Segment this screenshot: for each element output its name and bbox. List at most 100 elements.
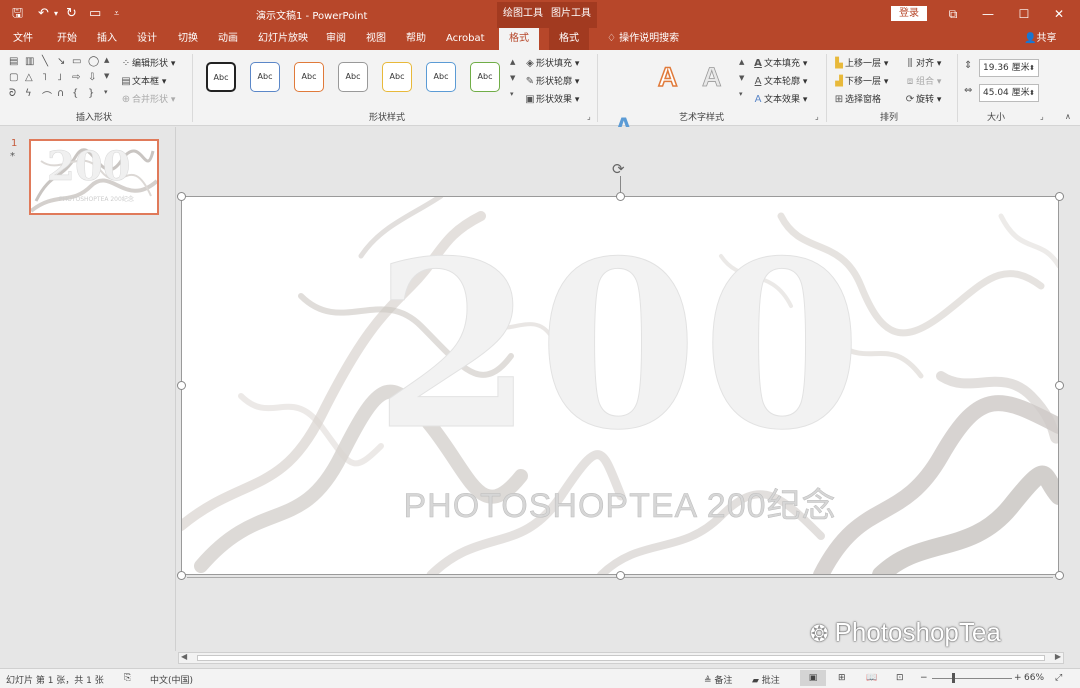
- horizontal-scrollbar[interactable]: ◀ ▶: [178, 652, 1064, 664]
- tab-slideshow[interactable]: 幻灯片放映: [258, 28, 308, 50]
- freeform-shape-icon[interactable]: ᘐ: [9, 88, 16, 99]
- slideshow-view-icon[interactable]: ⊡: [896, 673, 904, 683]
- styles-more-icon[interactable]: ▾: [510, 90, 514, 98]
- merge-shapes-button[interactable]: ⊕ 合并形状 ▾: [120, 92, 176, 105]
- scribble-shape-icon[interactable]: ϟ: [25, 88, 32, 99]
- connector-shape-icon[interactable]: ˥: [42, 72, 47, 83]
- triangle-shape-icon[interactable]: △: [25, 72, 33, 83]
- text-outline-button[interactable]: A 文本轮廓 ▾: [752, 74, 808, 87]
- maximize-icon[interactable]: ☐: [1014, 5, 1034, 23]
- down-arrow-shape-icon[interactable]: ⇩: [88, 72, 96, 83]
- login-button[interactable]: 登录: [891, 6, 927, 21]
- scroll-thumb[interactable]: [197, 655, 1045, 661]
- right-arrow-shape-icon[interactable]: ⇨: [72, 72, 80, 83]
- elbow-shape-icon[interactable]: ˩: [57, 72, 62, 83]
- gallery-more-icon[interactable]: ▾: [104, 88, 108, 96]
- wordart-style-2[interactable]: A: [657, 61, 678, 93]
- zoom-in-icon[interactable]: +: [1014, 673, 1022, 683]
- styles-up-icon[interactable]: ▲: [510, 58, 515, 66]
- wordart-launcher-icon[interactable]: ⌟: [815, 112, 819, 121]
- right-brace-shape-icon[interactable]: }: [88, 88, 94, 99]
- tab-transitions[interactable]: 切换: [178, 28, 198, 50]
- group-button[interactable]: ⧈ 组合 ▾: [904, 74, 942, 87]
- tab-help[interactable]: 帮助: [406, 28, 426, 50]
- edit-shape-button[interactable]: ⁘ 编辑形状 ▾: [120, 56, 176, 69]
- language-status[interactable]: 中文(中国): [150, 673, 193, 686]
- undo-icon[interactable]: ↶: [38, 5, 49, 23]
- text-box-button[interactable]: ▤文本框 ▾: [120, 74, 166, 87]
- rectangle-shape-icon[interactable]: ▭: [72, 56, 81, 67]
- rotate-handle-icon[interactable]: ⟳: [612, 160, 625, 178]
- undo-dropdown-icon[interactable]: ▾: [54, 5, 58, 23]
- tab-acrobat[interactable]: Acrobat: [446, 28, 485, 50]
- text-fill-button[interactable]: A 文本填充 ▾: [752, 56, 807, 69]
- wordart-down-icon[interactable]: ▼: [739, 74, 744, 82]
- vertical-textbox-shape-icon[interactable]: ▥: [25, 56, 34, 67]
- zoom-slider-track[interactable]: [932, 678, 1012, 679]
- tab-format-picture[interactable]: 格式: [549, 28, 589, 50]
- tab-file[interactable]: 文件: [13, 28, 33, 50]
- shape-style-4[interactable]: Abc: [338, 62, 368, 92]
- save-icon[interactable]: 🖫: [12, 5, 23, 23]
- scroll-left-icon[interactable]: ◀: [181, 652, 187, 661]
- gallery-down-icon[interactable]: ▼: [104, 72, 109, 80]
- height-field[interactable]: 19.36 厘米 ⬍: [979, 59, 1039, 77]
- tab-design[interactable]: 设计: [137, 28, 157, 50]
- minimize-icon[interactable]: —: [978, 5, 998, 23]
- redo-icon[interactable]: ↻: [66, 5, 77, 23]
- shape-style-3[interactable]: Abc: [294, 62, 324, 92]
- text-effects-button[interactable]: A 文本效果 ▾: [752, 92, 808, 105]
- line-shape-icon[interactable]: ╲: [42, 56, 48, 67]
- tab-review[interactable]: 审阅: [326, 28, 346, 50]
- gallery-up-icon[interactable]: ▲: [104, 56, 109, 64]
- send-backward-button[interactable]: ▟ 下移一层 ▾: [833, 74, 888, 87]
- resize-handle-top-left[interactable]: [177, 192, 186, 201]
- resize-handle-bottom-right[interactable]: [1055, 571, 1064, 580]
- slide-sorter-icon[interactable]: ⊞: [838, 673, 846, 683]
- notes-button[interactable]: ≜ 备注: [704, 673, 732, 686]
- selection-pane-button[interactable]: ⊞ 选择窗格: [833, 92, 881, 105]
- align-button[interactable]: ⫼ 对齐 ▾: [904, 56, 942, 69]
- resize-handle-bottom[interactable]: [616, 571, 625, 580]
- spell-check-icon[interactable]: ⎘: [124, 673, 131, 683]
- rotate-button[interactable]: ⟳ 旋转 ▾: [904, 92, 942, 105]
- slide-thumbnail[interactable]: 200 PHOTOSHOPTEA 200纪念: [29, 139, 159, 215]
- scroll-right-icon[interactable]: ▶: [1055, 652, 1061, 661]
- textbox-shape-icon[interactable]: ▤: [9, 56, 18, 67]
- fit-to-window-icon[interactable]: ⤢: [1055, 673, 1062, 683]
- shape-style-5[interactable]: Abc: [382, 62, 412, 92]
- zoom-out-icon[interactable]: −: [920, 673, 928, 683]
- wordart-more-icon[interactable]: ▾: [739, 90, 743, 98]
- wordart-up-icon[interactable]: ▲: [739, 58, 744, 66]
- shape-fill-button[interactable]: ◈ 形状填充 ▾: [524, 56, 579, 69]
- close-icon[interactable]: ✕: [1049, 5, 1069, 23]
- ribbon-display-icon[interactable]: ⧉: [943, 5, 963, 23]
- styles-down-icon[interactable]: ▼: [510, 74, 515, 82]
- tab-view[interactable]: 视图: [366, 28, 386, 50]
- left-brace-shape-icon[interactable]: {: [72, 88, 78, 99]
- tab-home[interactable]: 开始: [57, 28, 77, 50]
- size-launcher-icon[interactable]: ⌟: [1040, 112, 1044, 121]
- tab-format-drawing[interactable]: 格式: [499, 28, 539, 50]
- oval-shape-icon[interactable]: ◯: [88, 56, 99, 67]
- shape-style-1[interactable]: Abc: [206, 62, 236, 92]
- tab-insert[interactable]: 插入: [97, 28, 117, 50]
- shape-effects-button[interactable]: ▣形状效果 ▾: [524, 92, 579, 105]
- resize-handle-right[interactable]: [1055, 381, 1064, 390]
- width-spinner-icon[interactable]: ⬍: [1029, 85, 1035, 101]
- rounded-rect-shape-icon[interactable]: ▢: [9, 72, 18, 83]
- tell-me-search[interactable]: ♢ 操作说明搜索: [607, 28, 679, 50]
- reading-view-icon[interactable]: 📖: [866, 673, 877, 683]
- shape-style-2[interactable]: Abc: [250, 62, 280, 92]
- tab-animations[interactable]: 动画: [218, 28, 238, 50]
- width-field[interactable]: 45.04 厘米 ⬍: [979, 84, 1039, 102]
- collapse-ribbon-icon[interactable]: ∧: [1065, 112, 1071, 121]
- normal-view-icon[interactable]: ▣: [800, 670, 826, 686]
- share-button[interactable]: 👤共享: [1024, 28, 1056, 50]
- bring-forward-button[interactable]: ▙ 上移一层 ▾: [833, 56, 888, 69]
- resize-handle-left[interactable]: [177, 381, 186, 390]
- customize-toolbar-icon[interactable]: ⩡: [114, 5, 119, 23]
- wordart-style-3[interactable]: A: [702, 62, 722, 93]
- shape-styles-launcher-icon[interactable]: ⌟: [587, 112, 591, 121]
- shape-style-6[interactable]: Abc: [426, 62, 456, 92]
